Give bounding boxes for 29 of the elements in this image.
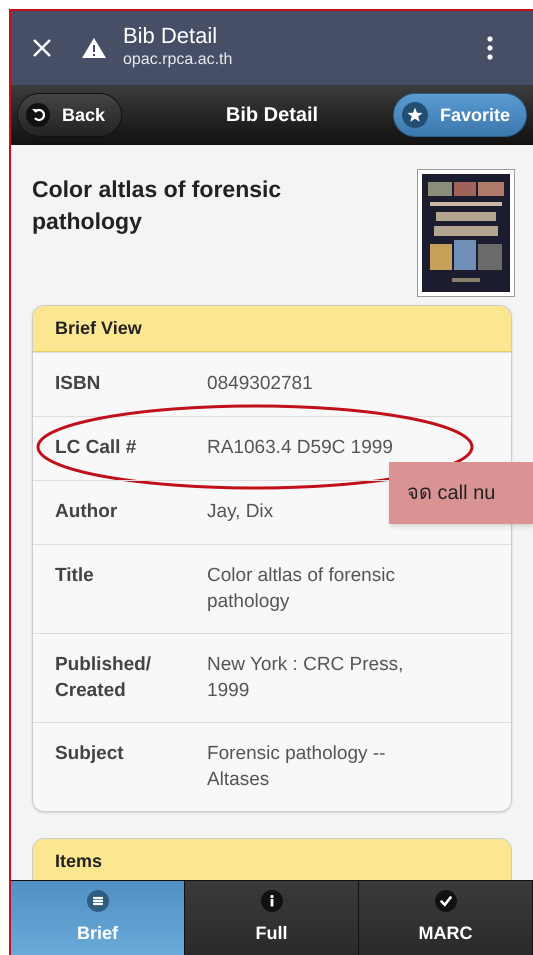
field-value: New York : CRC Press, 1999 xyxy=(207,653,404,703)
field-value: 0849302781 xyxy=(207,372,314,396)
field-label: Subject xyxy=(55,742,125,766)
list-icon xyxy=(86,890,108,912)
back-button[interactable]: Back xyxy=(17,93,122,137)
field-label: ISBN xyxy=(55,372,102,396)
field-value: Forensic pathology -- Altases xyxy=(207,742,386,792)
check-icon xyxy=(434,890,456,912)
favorite-button[interactable]: Favorite xyxy=(392,93,527,137)
field-value: Jay, Dix xyxy=(207,500,274,524)
annotation-note: จด call nu xyxy=(389,462,533,524)
field-label: LC Call # xyxy=(55,436,138,460)
nav-tab[interactable]: MARC xyxy=(359,881,533,955)
record-title: Color altlas of forensic pathology xyxy=(32,175,282,236)
nav-tab[interactable]: Full xyxy=(185,881,359,955)
info-icon xyxy=(260,890,282,912)
field-label: Author xyxy=(55,500,118,524)
close-icon[interactable] xyxy=(31,37,53,59)
field-value: RA1063.4 D59C 1999 xyxy=(207,436,394,460)
more-menu-icon[interactable] xyxy=(487,36,493,60)
warning-icon xyxy=(81,37,107,59)
field-label: Title xyxy=(55,564,95,588)
field-label: Published/ Created xyxy=(55,653,152,703)
header-title: Bib Detail xyxy=(226,103,318,128)
card-heading: Items xyxy=(55,850,102,872)
page-title: Bib Detail xyxy=(123,22,218,50)
page-url: opac.rpca.ac.th xyxy=(123,50,232,70)
card-heading: Brief View xyxy=(55,317,142,340)
field-value: Color altlas of forensic pathology xyxy=(207,564,396,614)
